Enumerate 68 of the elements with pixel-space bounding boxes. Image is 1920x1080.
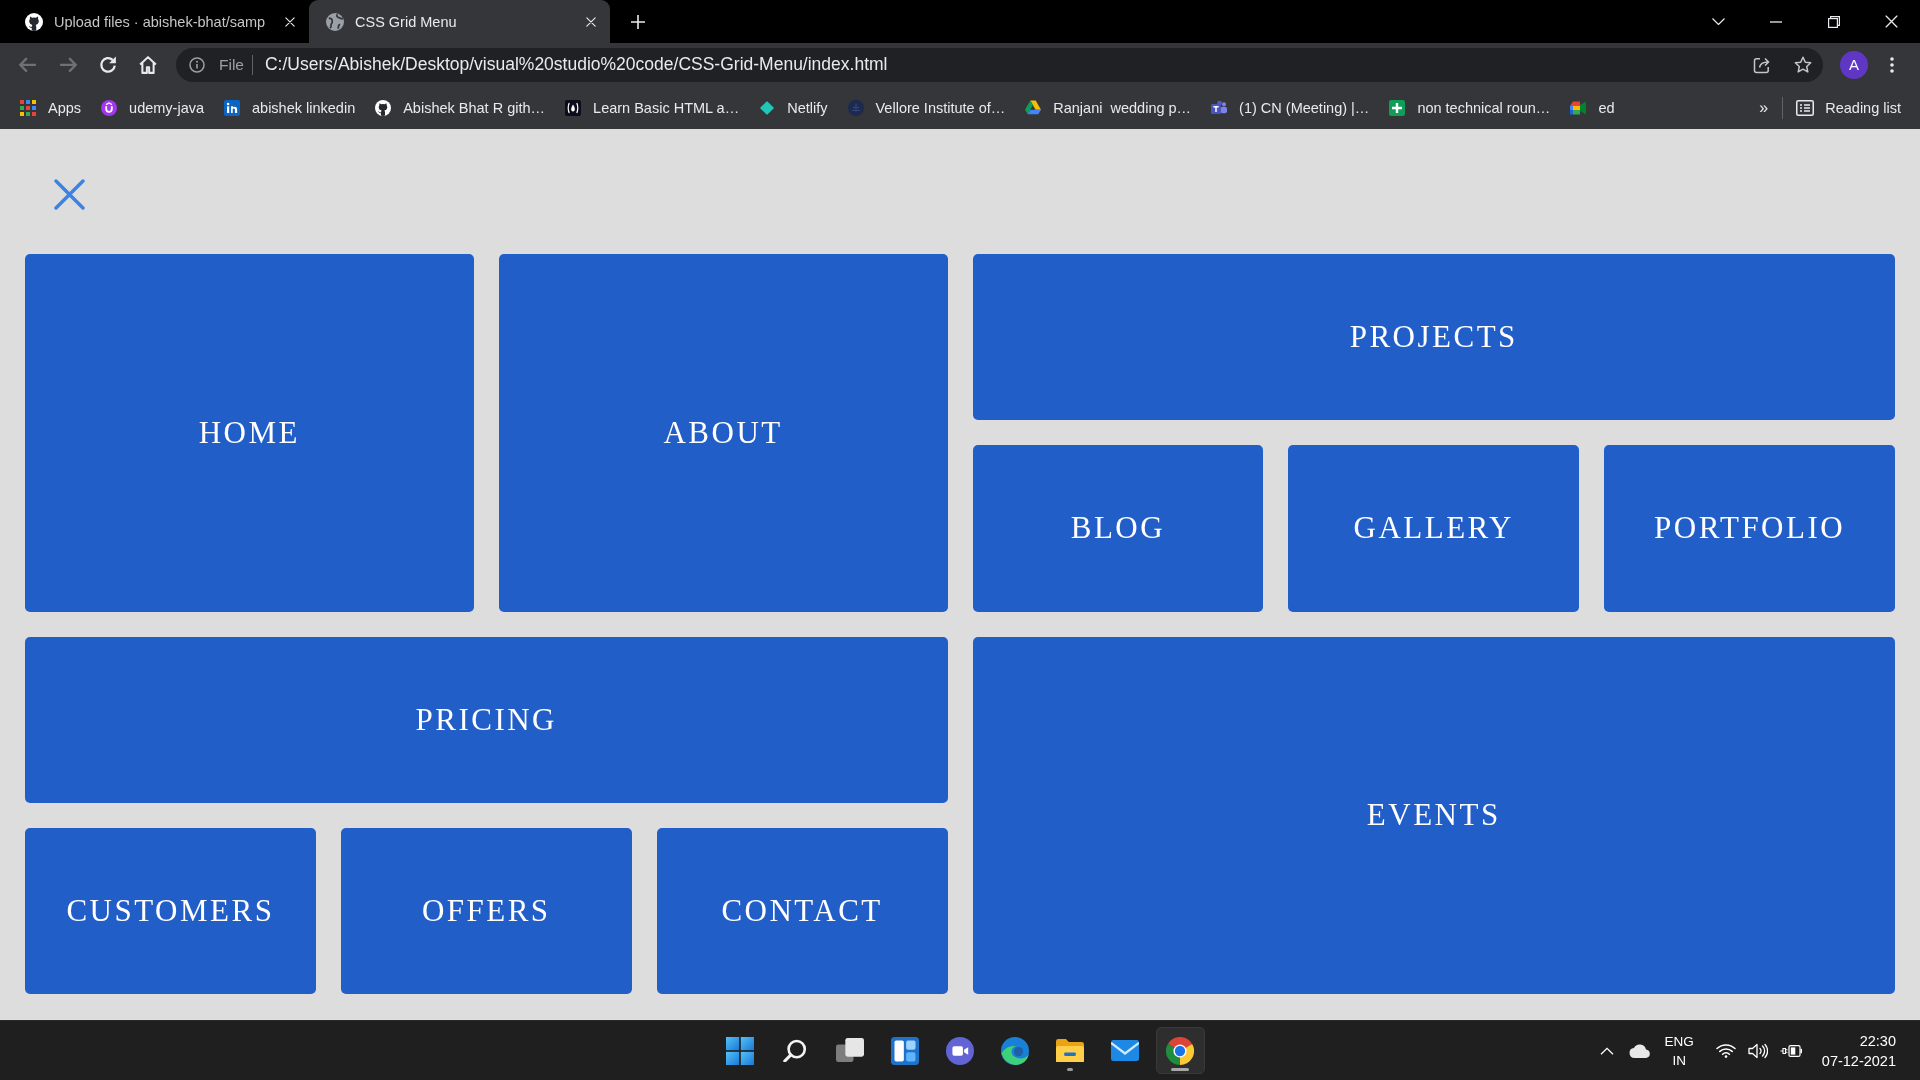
chevron-up-icon[interactable]	[1599, 1046, 1614, 1055]
restore-icon[interactable]	[1827, 15, 1840, 28]
people-tile-icon[interactable]	[1211, 99, 1228, 116]
bookmark-link[interactable]: Vellore Institute of…	[840, 93, 1013, 122]
menu-item[interactable]: PRICING	[25, 636, 948, 803]
taskbar-button[interactable]	[1155, 1027, 1205, 1074]
bookmark-link[interactable]: non technical roun…	[1382, 93, 1558, 122]
four-squares-icon[interactable]	[726, 1036, 754, 1065]
bookmark-link[interactable]: abishek linkedin	[217, 93, 363, 122]
bookmark-link[interactable]: ed	[1563, 93, 1622, 122]
plus-icon[interactable]	[631, 14, 645, 29]
cat-circle-icon[interactable]	[375, 99, 392, 116]
globe-icon	[326, 12, 344, 31]
menu-item[interactable]: GALLERY	[1288, 445, 1580, 612]
url-text: C:/Users/Abishek/Desktop/visual%20studio%20code/CSS-Grid-Menu/index.html	[265, 54, 889, 75]
circle-badge-icon[interactable]	[101, 99, 118, 116]
split-panel-icon[interactable]	[891, 1036, 919, 1065]
bookmark-link[interactable]: Abishek Bhat R gith…	[368, 93, 553, 122]
more-bookmarks-button[interactable]: »	[1759, 98, 1769, 117]
security-chip-label: File	[219, 55, 244, 74]
star-icon[interactable]	[1794, 55, 1812, 74]
speaker-icon[interactable]	[1747, 1042, 1768, 1059]
menu-item[interactable]: PROJECTS	[972, 254, 1895, 421]
square-logo-icon[interactable]	[224, 99, 240, 116]
address-bar[interactable]: File C:/Users/Abishek/Desktop/visual%20studio%20code/CSS-Grid-Menu/index.html	[176, 47, 1823, 82]
chevron-down-icon[interactable]	[1712, 18, 1726, 25]
overlapping-squares-icon[interactable]	[836, 1037, 864, 1064]
clock-button[interactable]: 22:30 07-12-2021	[1817, 1030, 1900, 1071]
table-sheet-icon[interactable]	[1389, 99, 1406, 116]
menu-item[interactable]: EVENTS	[972, 636, 1895, 994]
home-icon[interactable]	[139, 55, 157, 74]
flame-tile-icon[interactable]	[565, 99, 582, 116]
browser-tab[interactable]: Upload files · abishek-bhat/samp	[8, 0, 309, 43]
bookmark-link[interactable]: Learn Basic HTML a…	[558, 93, 747, 122]
bookmark-link[interactable]: udemy-java	[94, 93, 211, 122]
list-icon[interactable]	[1796, 99, 1815, 116]
browser-tab[interactable]: CSS Grid Menu	[309, 0, 610, 43]
share-icon[interactable]	[1753, 55, 1771, 74]
folder-icon[interactable]	[1056, 1038, 1084, 1063]
triangle-logo-icon[interactable]	[1025, 99, 1042, 116]
cat-circle-icon	[25, 12, 43, 31]
menu-item[interactable]: BLOG	[972, 445, 1264, 612]
kebab-menu-icon[interactable]	[1890, 56, 1894, 73]
minimize-icon[interactable]	[1770, 20, 1783, 23]
search-icon[interactable]	[783, 1038, 807, 1063]
camera-bubble-icon[interactable]	[946, 1036, 974, 1065]
profile-avatar[interactable]: A	[1840, 50, 1868, 79]
battery-charging-icon[interactable]	[1779, 1044, 1802, 1057]
video-camera-icon[interactable]	[1570, 99, 1587, 116]
info-icon[interactable]	[189, 56, 205, 73]
language-indicator[interactable]: ENG IN	[1664, 1031, 1694, 1070]
tricolor-circle-icon[interactable]	[1166, 1036, 1194, 1065]
wifi-icon[interactable]	[1715, 1043, 1736, 1058]
menu-item[interactable]: OFFERS	[340, 827, 632, 994]
cloud-icon[interactable]	[1628, 1043, 1651, 1058]
bookmark-link[interactable]: (1) CN (Meeting) |…	[1204, 93, 1377, 122]
app-grid-icon[interactable]	[20, 99, 36, 116]
reload-icon[interactable]	[99, 55, 117, 74]
menu-item[interactable]: ABOUT	[498, 254, 948, 612]
menu-item[interactable]: CUSTOMERS	[25, 827, 316, 994]
menu-item[interactable]: HOME	[25, 254, 474, 612]
bookmark-link[interactable]: Ranjani wedding p…	[1018, 93, 1199, 122]
menu-item[interactable]: CONTACT	[656, 827, 948, 994]
reading-list-button[interactable]: Reading list	[1796, 99, 1901, 116]
menu-item[interactable]: PORTFOLIO	[1604, 445, 1895, 612]
swirl-icon[interactable]	[1001, 1036, 1029, 1065]
bookmark-link[interactable]: Apps	[13, 93, 89, 122]
bookmark-link[interactable]: Netlify	[752, 93, 835, 122]
